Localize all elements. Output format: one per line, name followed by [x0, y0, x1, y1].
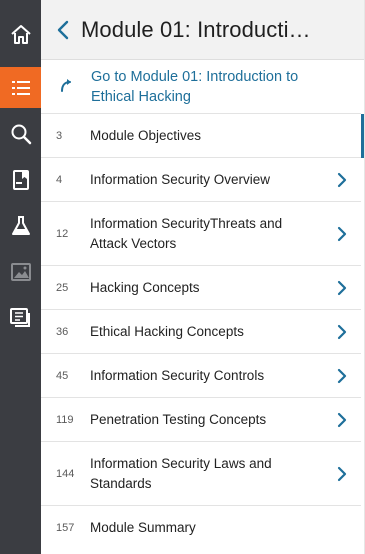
chevron-right-icon[interactable] [337, 324, 347, 340]
media-button[interactable] [0, 251, 41, 292]
page-number: 157 [56, 521, 75, 534]
list-item-penetration-testing[interactable]: 119 Penetration Testing Concepts [41, 397, 361, 441]
item-label: Information Security Overview [90, 171, 271, 187]
page-title: Module 01: Introducti… [81, 16, 311, 42]
list-item-security-controls[interactable]: 45 Information Security Controls [41, 353, 361, 397]
list-item-module-summary[interactable]: 157 Module Summary [41, 505, 361, 549]
image-icon [10, 262, 31, 281]
back-button[interactable] [45, 0, 81, 60]
item-label: Module Objectives [90, 127, 202, 143]
notes-icon [9, 307, 30, 327]
list-item-module-objectives[interactable]: 3 Module Objectives [41, 113, 365, 158]
item-label: Hacking Concepts [90, 279, 200, 295]
item-label: Information Security Controls [90, 367, 265, 383]
chevron-right-icon[interactable] [337, 368, 347, 384]
page-number: 36 [56, 325, 69, 338]
chevron-left-icon [57, 20, 69, 39]
search-icon [11, 124, 31, 144]
labs-button[interactable] [0, 205, 41, 246]
contents-list: 3 Module Objectives 4 Information Securi… [41, 113, 365, 549]
contents-panel: Module 01: Introducti… Go to Module 01: … [41, 0, 365, 554]
chevron-right-icon[interactable] [337, 172, 347, 188]
chevron-right-icon[interactable] [337, 280, 347, 296]
contents-button[interactable] [0, 67, 41, 108]
list-item-ethical-hacking-concepts[interactable]: 36 Ethical Hacking Concepts [41, 309, 361, 353]
chevron-right-icon[interactable] [337, 226, 347, 242]
list-item-threats-attack-vectors[interactable]: 12 Information SecurityThreats and Attac… [41, 201, 361, 265]
icon-rail [0, 0, 41, 554]
page-number: 144 [56, 467, 75, 480]
chevron-right-icon[interactable] [337, 412, 347, 428]
bookmarks-button[interactable] [0, 159, 41, 200]
search-button[interactable] [0, 113, 41, 154]
item-label: Penetration Testing Concepts [90, 411, 267, 427]
lab-flask-icon [11, 215, 30, 235]
chevron-right-icon[interactable] [337, 466, 347, 482]
list-icon [11, 80, 30, 95]
list-item-info-security-overview[interactable]: 4 Information Security Overview [41, 157, 361, 201]
item-label: Information SecurityThreats and Attack V… [90, 215, 283, 251]
goto-module-label: Go to Module 01: Introduction to Ethical… [91, 69, 299, 105]
app-window: Module 01: Introducti… Go to Module 01: … [0, 0, 365, 554]
page-number: 119 [56, 413, 74, 426]
item-label: Ethical Hacking Concepts [90, 323, 244, 339]
list-item-hacking-concepts[interactable]: 25 Hacking Concepts [41, 265, 361, 309]
page-number: 4 [56, 173, 63, 186]
goto-module-link[interactable]: Go to Module 01: Introduction to Ethical… [41, 60, 361, 113]
page-number: 3 [56, 129, 63, 142]
page-number: 12 [56, 227, 69, 240]
item-label: Module Summary [90, 519, 196, 535]
page-number: 45 [56, 369, 69, 382]
list-item-laws-standards[interactable]: 144 Information Security Laws and Standa… [41, 441, 361, 505]
bookmark-icon [12, 169, 29, 190]
curved-arrow-icon [61, 79, 71, 92]
notes-button[interactable] [0, 297, 41, 338]
goto-arrow-icon-wrap [41, 60, 91, 92]
page-number: 25 [56, 281, 69, 294]
home-icon [10, 24, 31, 44]
item-label: Information Security Laws and Standards [90, 455, 272, 491]
home-button[interactable] [0, 14, 41, 55]
panel-header: Module 01: Introducti… [41, 0, 365, 60]
